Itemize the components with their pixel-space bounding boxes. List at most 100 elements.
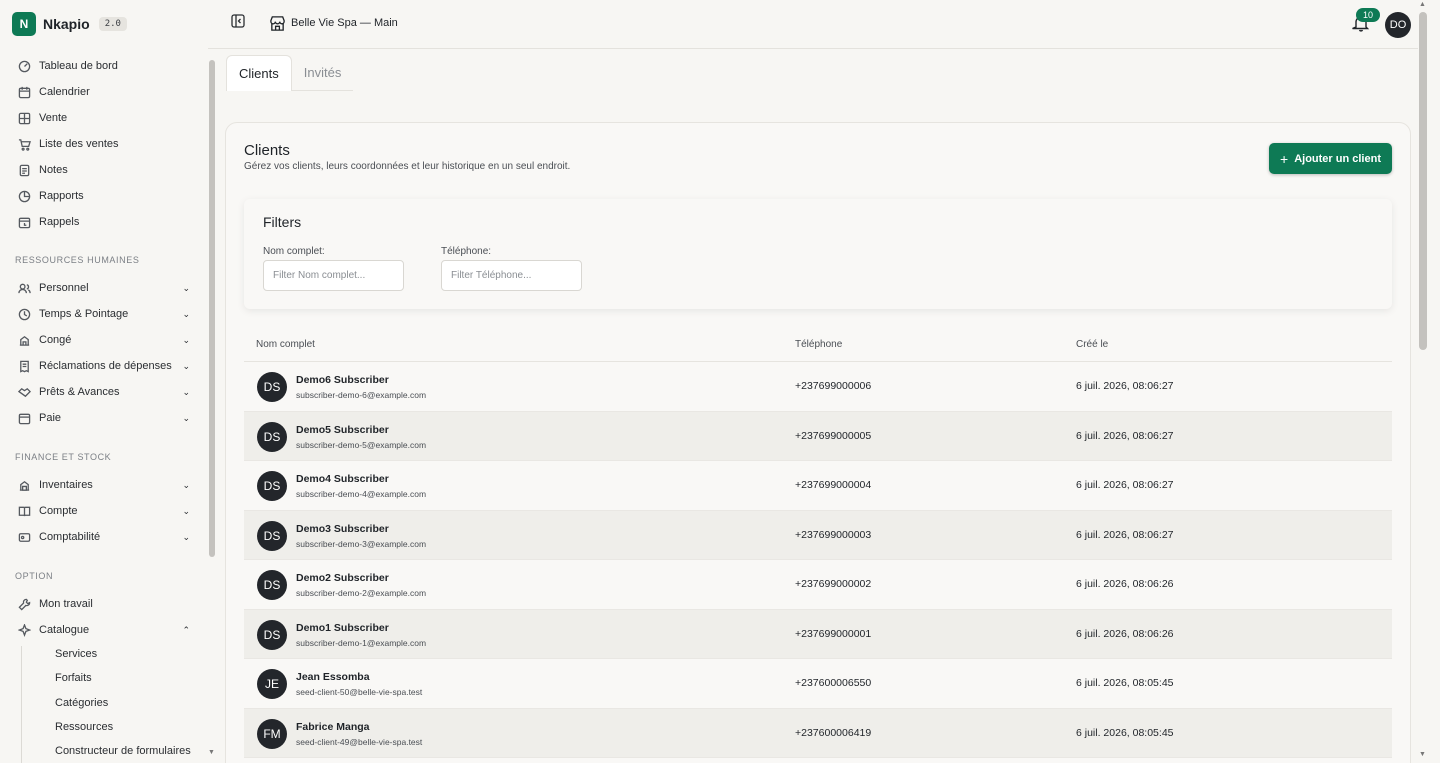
client-phone: +237600006419 [795,726,872,739]
plus-icon: + [1280,150,1289,167]
sidebar-item-label: Temps & Pointage [39,308,129,320]
table-row[interactable]: DS Demo2 Subscriber subscriber-demo-2@ex… [244,560,1392,610]
sidebar: N Nkapio 2.0 Tableau de bord Calendrier … [0,0,215,763]
sidebar-item-inventories[interactable]: Inventaires ⌄ [0,473,200,497]
table-row[interactable]: DS Demo3 Subscriber subscriber-demo-3@ex… [244,510,1392,560]
location-selector[interactable]: Belle Vie Spa — Main [291,17,398,29]
sidebar-item-dashboard[interactable]: Tableau de bord [0,54,200,78]
handshake-icon [18,386,31,399]
section-heading-finance: FINANCE ET STOCK [15,452,112,462]
page-scrollbar-thumb[interactable] [1419,12,1427,350]
users-icon [18,282,31,295]
client-name: Demo6 Subscriber [296,374,389,386]
chevron-down-icon: ⌄ [182,282,190,293]
sidebar-item-time-attendance[interactable]: Temps & Pointage ⌄ [0,302,200,326]
sidebar-toggle-icon[interactable] [231,14,245,28]
table-row[interactable]: FM Fabrice Manga seed-client-49@belle-vi… [244,708,1392,758]
dashboard-icon [18,60,31,73]
chevron-up-icon: ⌃ [182,624,190,635]
user-avatar[interactable]: DO [1385,12,1411,38]
brand-logo: N [12,12,36,36]
sidebar-item-loans[interactable]: Prêts & Avances ⌄ [0,380,200,404]
sidebar-subitem-services[interactable]: Services [55,648,97,660]
sidebar-subitem-form-builder[interactable]: Constructeur de formulaires [55,745,191,757]
client-name: Demo4 Subscriber [296,473,389,485]
client-email: seed-client-50@belle-vie-spa.test [296,687,423,697]
avatar: DS [257,471,287,501]
filters-title: Filters [263,214,302,230]
client-email: seed-client-49@belle-vie-spa.test [296,736,423,747]
avatar: FM [257,718,287,749]
chevron-down-icon: ⌄ [182,334,190,345]
table-row[interactable]: JE Jean Essomba seed-client-50@belle-vie… [244,659,1392,709]
brand[interactable]: N Nkapio 2.0 [12,12,127,36]
sidebar-item-sale[interactable]: Vente [0,106,200,130]
sidebar-item-label: Personnel [39,282,89,294]
wrench-icon [18,598,31,611]
store-icon [270,16,285,31]
sidebar-item-my-work[interactable]: Mon travail [0,592,200,616]
sidebar-item-label: Mon travail [39,598,93,610]
sidebar-item-account[interactable]: Compte ⌄ [0,499,200,523]
column-header-phone[interactable]: Téléphone [795,339,842,350]
table-row[interactable]: DS Demo5 Subscriber subscriber-demo-5@ex… [244,411,1392,461]
client-phone: +237600006550 [795,677,872,689]
clock-icon [18,308,31,321]
notification-badge: 10 [1356,8,1380,22]
sidebar-item-payroll[interactable]: Paie ⌄ [0,406,200,430]
client-created: 6 juil. 2026, 08:05:45 [1076,726,1174,739]
add-client-label: Ajouter un client [1294,152,1381,165]
phone-filter-input[interactable] [441,260,582,291]
sidebar-item-catalogue[interactable]: Catalogue ⌃ [0,618,200,642]
sidebar-scrollbar[interactable] [209,60,215,557]
leave-icon [18,334,31,347]
client-created: 6 juil. 2026, 08:06:27 [1076,429,1174,442]
client-created: 6 juil. 2026, 08:06:27 [1076,380,1174,392]
client-name: Jean Essomba [296,671,370,683]
scroll-down-arrow-icon[interactable]: ▼ [1419,751,1426,758]
sidebar-subitem-categories[interactable]: Catégories [55,697,108,709]
reminder-icon [18,216,31,229]
sidebar-item-expense-claims[interactable]: Réclamations de dépenses ⌄ [0,354,200,378]
tab-guests[interactable]: Invités [291,55,354,91]
column-header-created[interactable]: Créé le [1076,339,1108,350]
chevron-down-icon: ⌄ [182,505,190,516]
inventory-icon [18,479,31,492]
brand-name: Nkapio [43,16,90,32]
client-phone: +237699000005 [795,429,872,442]
sidebar-item-label: Comptabilité [39,531,101,543]
sidebar-item-accounting[interactable]: Comptabilité ⌄ [0,525,200,549]
sidebar-item-label: Réclamations de dépenses [39,360,172,372]
table-row[interactable]: DS Demo6 Subscriber subscriber-demo-6@ex… [244,362,1392,412]
table-row[interactable]: DS Demo1 Subscriber subscriber-demo-1@ex… [244,609,1392,659]
sidebar-item-label: Paie [39,412,62,424]
sidebar-subitem-packages[interactable]: Forfaits [55,672,92,684]
table-row[interactable]: DS Demo4 Subscriber subscriber-demo-4@ex… [244,461,1392,511]
client-email: subscriber-demo-2@example.com [296,588,427,598]
phone-filter-label: Téléphone: [441,246,492,257]
sidebar-item-reminders[interactable]: Rappels [0,210,200,234]
add-client-button[interactable]: + Ajouter un client [1269,143,1392,174]
client-phone: +237699000006 [795,380,872,392]
name-filter-input[interactable] [263,260,404,291]
sidebar-item-reports[interactable]: Rapports [0,184,200,208]
sidebar-item-calendar[interactable]: Calendrier [0,80,200,104]
sidebar-item-sales-list[interactable]: Liste des ventes [0,132,200,156]
page-subtitle: Gérez vos clients, leurs coordonnées et … [244,161,571,172]
column-header-name[interactable]: Nom complet [256,339,315,350]
sidebar-item-leave[interactable]: Congé ⌄ [0,328,200,352]
tab-clients[interactable]: Clients [226,55,292,91]
chevron-down-icon: ⌄ [182,531,190,542]
sidebar-item-label: Vente [39,112,68,124]
sidebar-item-label: Prêts & Avances [39,386,120,398]
chevron-down-icon: ⌄ [182,479,190,490]
pie-chart-icon [18,190,31,203]
sidebar-subitem-resources[interactable]: Ressources [55,721,113,733]
scroll-down-arrow-icon[interactable]: ▼ [208,749,215,756]
section-heading-option: OPTION [15,571,54,581]
client-created: 6 juil. 2026, 08:06:27 [1076,479,1174,491]
sidebar-item-notes[interactable]: Notes [0,158,200,182]
scroll-up-arrow-icon[interactable]: ▲ [1419,1,1426,8]
sidebar-item-staff[interactable]: Personnel ⌄ [0,276,200,300]
filters-panel: Filters Nom complet: Téléphone: [244,199,1392,309]
